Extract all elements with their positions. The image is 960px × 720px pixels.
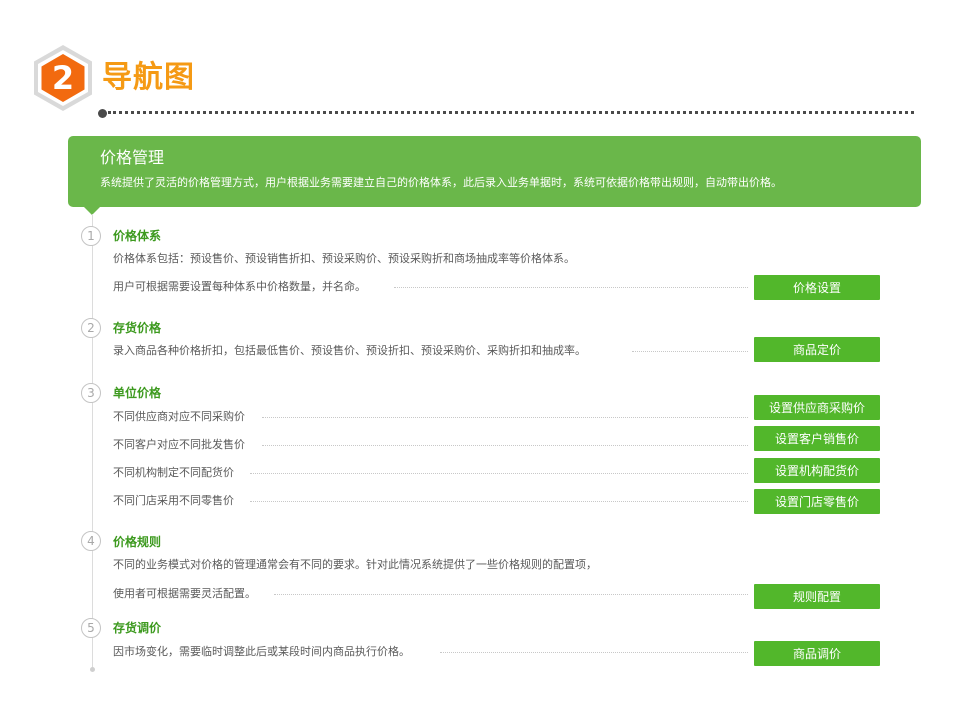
- section-3-line-3: 不同机构制定不同配货价: [113, 466, 234, 479]
- section-5-line-1: 因市场变化，需要临时调整此后或某段时间内商品执行价格。: [113, 645, 410, 658]
- section-title-stock-price: 存货价格: [113, 321, 162, 335]
- section-3-line-1: 不同供应商对应不同采购价: [113, 410, 245, 423]
- set-store-retail-price-button[interactable]: 设置门店零售价: [754, 489, 880, 514]
- section-title-stock-price-adjustment: 存货调价: [113, 621, 162, 635]
- price-settings-button[interactable]: 价格设置: [754, 275, 880, 300]
- banner-title: 价格管理: [100, 148, 165, 167]
- price-management-banner: 价格管理 系统提供了灵活的价格管理方式，用户根据业务需要建立自己的价格体系，此后…: [68, 136, 921, 207]
- timeline-end-dot: [90, 667, 95, 672]
- product-pricing-button[interactable]: 商品定价: [754, 337, 880, 362]
- leader-line: [274, 594, 748, 595]
- step-5-circle: 5: [81, 618, 101, 638]
- section-4-line-1: 不同的业务模式对价格的管理通常会有不同的要求。针对此情况系统提供了一些价格规则的…: [113, 558, 597, 571]
- section-title-price-system: 价格体系: [113, 229, 162, 243]
- leader-line: [250, 501, 748, 502]
- set-customer-sales-price-button[interactable]: 设置客户销售价: [754, 426, 880, 451]
- page-title: 导航图: [102, 60, 195, 95]
- section-title-unit-price: 单位价格: [113, 386, 162, 400]
- section-1-line-2: 用户可根据需要设置每种体系中价格数量，并名命。: [113, 280, 366, 293]
- section-1-line-1: 价格体系包括：预设售价、预设销售折扣、预设采购价、预设采购折和商场抽成率等价格体…: [113, 252, 575, 265]
- leader-line: [394, 287, 748, 288]
- step-badge-number: 2: [51, 59, 75, 97]
- section-4-line-2: 使用者可根据需要灵活配置。: [113, 587, 256, 600]
- title-rule-dot: [98, 109, 107, 118]
- section-3-line-2: 不同客户对应不同批发售价: [113, 438, 245, 451]
- leader-line: [632, 351, 748, 352]
- step-2-circle: 2: [81, 318, 101, 338]
- leader-line: [262, 445, 748, 446]
- timeline-line: [92, 214, 93, 670]
- leader-line: [262, 417, 748, 418]
- section-3-line-4: 不同门店采用不同零售价: [113, 494, 234, 507]
- step-badge: 2: [32, 44, 94, 112]
- step-1-circle: 1: [81, 226, 101, 246]
- step-3-circle: 3: [81, 383, 101, 403]
- leader-line: [250, 473, 748, 474]
- set-supplier-purchase-price-button[interactable]: 设置供应商采购价: [754, 395, 880, 420]
- section-2-line-1: 录入商品各种价格折扣，包括最低售价、预设售价、预设折扣、预设采购价、采购折扣和抽…: [113, 344, 586, 357]
- rule-configuration-button[interactable]: 规则配置: [754, 584, 880, 609]
- title-divider: [108, 111, 914, 114]
- step-4-circle: 4: [81, 531, 101, 551]
- product-price-adjustment-button[interactable]: 商品调价: [754, 641, 880, 666]
- set-branch-distribution-price-button[interactable]: 设置机构配货价: [754, 458, 880, 483]
- banner-description: 系统提供了灵活的价格管理方式，用户根据业务需要建立自己的价格体系，此后录入业务单…: [100, 176, 782, 189]
- section-title-price-rules: 价格规则: [113, 535, 162, 549]
- leader-line: [440, 652, 748, 653]
